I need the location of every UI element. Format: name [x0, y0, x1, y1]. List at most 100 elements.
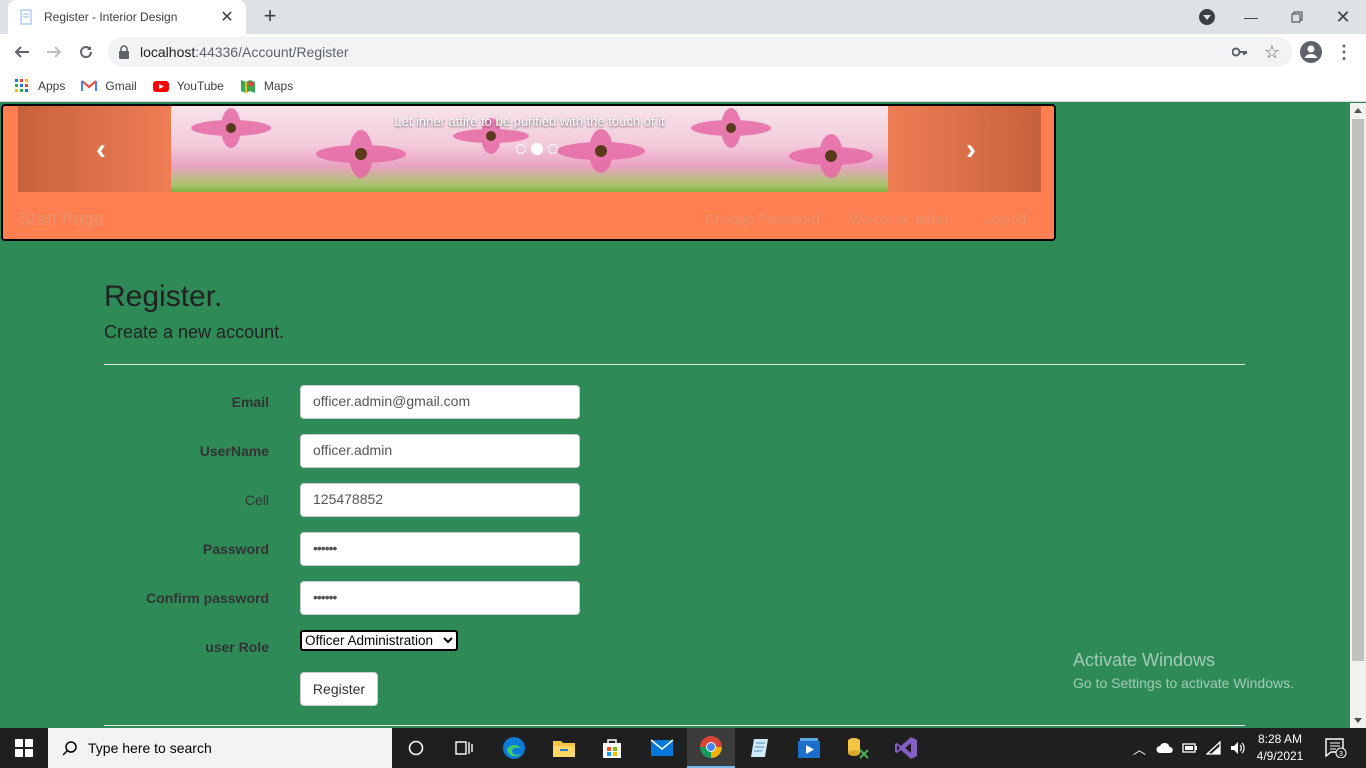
carousel-caption: Let inner attire to be purified with the… — [394, 114, 665, 129]
menu-kebab-icon[interactable]: ⋮ — [1333, 41, 1355, 63]
bookmark-gmail[interactable]: Gmail — [81, 78, 137, 94]
window-close-icon[interactable]: ✕ — [1320, 0, 1366, 34]
confirm-password-label: Confirm password — [146, 590, 269, 606]
chevron-right-icon: › — [966, 133, 976, 166]
taskbar-search-box[interactable]: Type here to search — [48, 728, 392, 768]
scrollbar-thumb[interactable] — [1352, 119, 1364, 661]
bookmark-star-icon[interactable]: ☆ — [1261, 41, 1283, 63]
carousel-indicators — [516, 143, 558, 155]
email-field[interactable]: officer.admin@gmail.com — [300, 385, 580, 419]
carousel-indicator[interactable] — [516, 144, 526, 154]
role-select-value: Officer Administration — [305, 633, 434, 648]
confirm-password-row: Confirm password •••••• — [104, 581, 704, 615]
tray-overflow-chevron-icon[interactable]: ︿ — [1133, 739, 1146, 758]
cell-row: Cell 125478852 — [104, 483, 704, 517]
onedrive-cloud-icon[interactable] — [1156, 742, 1174, 754]
bookmark-youtube[interactable]: YouTube — [152, 78, 224, 94]
visual-studio-icon[interactable] — [882, 728, 930, 768]
brand-link[interactable]: Start Page — [19, 209, 104, 230]
volume-icon[interactable] — [1230, 741, 1246, 755]
page-favicon-icon — [20, 9, 32, 25]
tab-close-icon[interactable]: ✕ — [218, 7, 236, 27]
youtube-icon — [152, 80, 169, 92]
address-bar[interactable]: localhost:44336/Account/Register — [108, 37, 1292, 67]
page-viewport: ‹ Let inner attire to be purified with t… — [0, 103, 1350, 728]
change-password-link[interactable]: Change Password — [705, 211, 819, 227]
windows-taskbar: Type here to search ︿ 8:28 AM 4/9/2021 3 — [0, 728, 1366, 768]
bookmarks-bar: Apps Gmail YouTube Maps — [0, 70, 1366, 102]
reload-icon[interactable] — [74, 40, 98, 64]
maps-icon — [240, 79, 255, 93]
cell-label: Cell — [244, 492, 269, 508]
profile-avatar-icon[interactable] — [1300, 41, 1322, 63]
image-carousel: ‹ Let inner attire to be purified with t… — [18, 106, 1041, 192]
email-row: Email officer.admin@gmail.com — [104, 385, 704, 419]
action-center-icon[interactable]: 3 — [1314, 728, 1358, 768]
carousel-slide-image: Let inner attire to be purified with the… — [171, 106, 888, 192]
email-label: Email — [231, 394, 269, 410]
battery-icon[interactable] — [1182, 742, 1198, 754]
notification-count: 3 — [1339, 751, 1343, 758]
cortana-icon[interactable] — [392, 728, 440, 768]
role-row: user Role Officer Administration — [104, 630, 704, 664]
browser-toolbar: localhost:44336/Account/Register ☆ ⋮ — [0, 34, 1366, 70]
wifi-icon[interactable] — [1206, 741, 1222, 755]
task-view-icon[interactable] — [440, 728, 488, 768]
role-label: user Role — [205, 639, 269, 655]
username-row: UserName officer.admin — [104, 434, 704, 468]
footer-divider — [104, 725, 1245, 726]
confirm-password-field[interactable]: •••••• — [300, 581, 580, 615]
restore-icon[interactable] — [1274, 0, 1320, 34]
clock-date: 4/9/2021 — [1256, 749, 1304, 763]
apps-grid-icon — [15, 78, 28, 92]
password-row: Password •••••• — [104, 532, 704, 566]
scroll-down-icon[interactable] — [1354, 718, 1362, 723]
tab-search-icon[interactable] — [1199, 9, 1215, 25]
media-player-icon[interactable] — [785, 728, 833, 768]
page-subtitle: Create a new account. — [104, 322, 285, 342]
forward-icon[interactable] — [42, 40, 66, 64]
taskbar-clock[interactable]: 8:28 AM 4/9/2021 — [1248, 731, 1312, 765]
logoff-link[interactable]: Log off — [984, 211, 1027, 227]
bookmark-apps[interactable]: Apps — [14, 78, 65, 94]
start-button[interactable] — [0, 728, 48, 768]
activate-windows-watermark: Activate Windows Go to Settings to activ… — [1073, 650, 1294, 691]
chrome-icon[interactable] — [687, 728, 735, 768]
site-header: ‹ Let inner attire to be purified with t… — [1, 104, 1056, 241]
back-icon[interactable] — [10, 40, 34, 64]
chevron-down-icon — [443, 637, 453, 644]
new-tab-icon[interactable]: + — [258, 5, 282, 29]
bookmark-maps[interactable]: Maps — [240, 78, 293, 94]
carousel-indicator-active[interactable] — [531, 143, 543, 155]
role-select[interactable]: Officer Administration — [300, 630, 458, 651]
register-button[interactable]: Register — [300, 672, 378, 706]
search-icon — [62, 741, 77, 756]
lock-icon — [119, 45, 129, 59]
minimize-icon[interactable]: — — [1228, 0, 1274, 34]
scroll-up-icon[interactable] — [1354, 108, 1362, 113]
username-label: UserName — [199, 443, 269, 459]
welcome-user-link[interactable]: Welcome: admin — [849, 211, 953, 227]
edge-browser-icon[interactable] — [490, 728, 538, 768]
browser-tab-strip: Register - Interior Design ✕ + — ✕ — [0, 0, 1366, 34]
divider — [104, 364, 1245, 365]
windows-logo-icon — [15, 739, 33, 757]
username-field[interactable]: officer.admin — [300, 434, 580, 468]
mail-icon[interactable] — [638, 728, 686, 768]
notes-app-icon[interactable] — [736, 728, 784, 768]
database-tool-icon[interactable] — [834, 728, 882, 768]
tab-title: Register - Interior Design — [44, 10, 178, 24]
browser-tab[interactable]: Register - Interior Design ✕ — [8, 0, 246, 34]
carousel-next-button[interactable]: › — [888, 106, 1041, 192]
file-explorer-icon[interactable] — [540, 728, 588, 768]
key-icon[interactable] — [1229, 41, 1251, 63]
carousel-indicator[interactable] — [548, 144, 558, 154]
system-tray: ︿ — [1133, 728, 1246, 768]
cell-field[interactable]: 125478852 — [300, 483, 580, 517]
url-text: localhost:44336/Account/Register — [140, 44, 349, 60]
password-label: Password — [202, 541, 269, 557]
page-scrollbar[interactable] — [1350, 103, 1366, 728]
carousel-prev-button[interactable]: ‹ — [18, 106, 171, 192]
password-field[interactable]: •••••• — [300, 532, 580, 566]
microsoft-store-icon[interactable] — [588, 728, 636, 768]
